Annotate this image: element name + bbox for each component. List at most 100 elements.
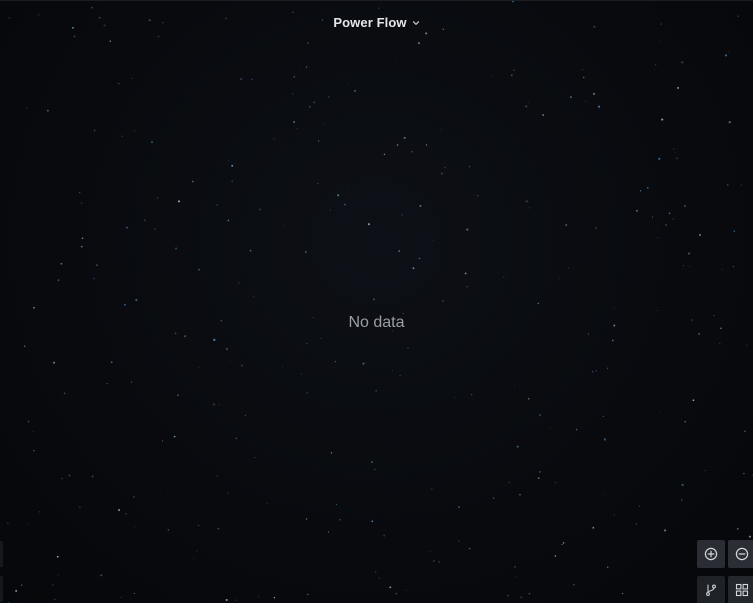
star-dot: [692, 399, 695, 402]
star-dot: [198, 524, 200, 526]
star-dot: [520, 596, 523, 599]
star-dot: [419, 204, 422, 208]
star-dot: [407, 81, 408, 83]
star-dot: [33, 449, 35, 452]
star-dot: [167, 529, 170, 531]
star-dot: [458, 540, 460, 543]
star-dot: [118, 83, 120, 85]
star-dot: [471, 393, 473, 396]
star-dot: [121, 135, 123, 137]
star-dot: [192, 558, 194, 560]
star-dot: [647, 187, 649, 189]
star-dot: [440, 172, 443, 175]
star-dot: [306, 342, 308, 344]
star-dot: [177, 394, 179, 397]
star-dot: [316, 182, 319, 185]
star-dot: [229, 360, 231, 361]
star-dot: [395, 60, 397, 62]
star-dot: [672, 218, 675, 220]
chevron-down-icon: [412, 19, 420, 27]
star-dot: [175, 247, 178, 250]
star-dot: [638, 505, 640, 507]
star-dot: [348, 83, 349, 84]
star-dot: [327, 531, 329, 533]
star-dot: [238, 282, 240, 284]
star-dot: [327, 460, 329, 462]
star-dot: [704, 469, 707, 472]
star-dot: [330, 452, 333, 454]
star-dot: [657, 310, 658, 311]
star-dot: [728, 121, 731, 124]
star-dot: [133, 496, 135, 498]
star-dot: [527, 397, 530, 400]
star-dot: [492, 75, 493, 77]
star-dot: [525, 105, 528, 108]
star-dot: [537, 302, 540, 305]
star-dot: [38, 511, 41, 513]
star-dot: [52, 584, 54, 586]
graph-layout-button[interactable]: [697, 576, 725, 603]
star-dot: [391, 370, 393, 372]
star-dot: [595, 227, 598, 229]
star-dot: [308, 105, 311, 108]
star-dot: [721, 268, 723, 270]
zoom-out-button[interactable]: [728, 540, 753, 568]
star-dot: [134, 526, 136, 528]
star-dot: [405, 589, 407, 591]
star-dot: [318, 140, 320, 142]
star-dot: [582, 76, 585, 79]
star-dot: [568, 404, 569, 406]
star-dot: [100, 574, 103, 577]
star-dot: [91, 475, 94, 478]
star-dot: [80, 202, 83, 205]
grid-layout-button[interactable]: [728, 576, 753, 603]
star-dot: [736, 528, 739, 530]
star-dot: [698, 333, 700, 335]
star-dot: [635, 209, 638, 212]
star-dot: [569, 96, 572, 99]
zoom-in-icon: [704, 547, 718, 561]
star-dot: [659, 411, 661, 413]
star-dot: [383, 534, 386, 537]
star-dot: [743, 472, 745, 475]
star-dot: [613, 307, 615, 309]
star-dot: [468, 165, 471, 168]
star-dot: [510, 74, 513, 77]
star-dot: [227, 492, 229, 494]
star-dot: [24, 345, 26, 347]
star-dot: [728, 51, 730, 53]
star-dot: [582, 69, 584, 70]
star-dot: [676, 157, 678, 159]
star-dot: [252, 295, 254, 297]
star-dot: [320, 337, 322, 339]
star-dot: [592, 371, 594, 373]
star-dot: [397, 445, 399, 447]
star-dot: [282, 365, 284, 367]
star-dot: [154, 228, 156, 230]
star-dot: [466, 228, 469, 231]
star-dot: [606, 367, 609, 369]
zoom-in-button[interactable]: [697, 540, 725, 568]
star-dot: [235, 437, 238, 440]
star-dot: [454, 397, 456, 398]
star-dot: [169, 544, 171, 546]
panel-title-menu[interactable]: Power Flow: [333, 15, 419, 30]
left-edge-marker: [0, 576, 3, 602]
star-dot: [63, 392, 66, 395]
star-dot: [174, 332, 177, 335]
star-dot: [493, 497, 495, 499]
star-dot: [367, 223, 370, 226]
star-dot: [565, 224, 568, 226]
star-dot: [573, 584, 575, 586]
star-dot: [562, 542, 565, 544]
star-dot: [329, 209, 331, 211]
star-dot: [639, 190, 642, 192]
star-dot: [528, 207, 530, 209]
star-dot: [689, 266, 691, 267]
star-dot: [598, 105, 601, 108]
star-dot: [611, 339, 614, 342]
star-dot: [20, 584, 23, 587]
star-dot: [538, 470, 541, 473]
star-dot: [362, 362, 365, 365]
star-dot: [438, 561, 440, 563]
